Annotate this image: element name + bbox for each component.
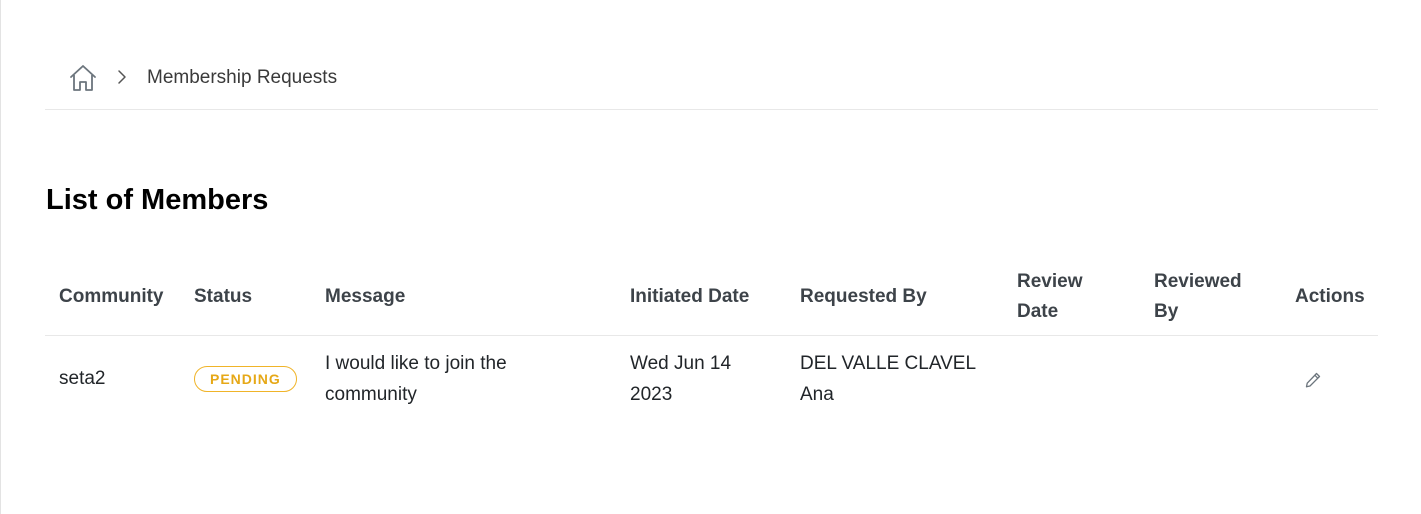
cell-community: seta2 [59, 368, 106, 389]
pencil-icon[interactable] [1303, 369, 1323, 389]
column-header-reviewed-by: Reviewed By [1140, 258, 1281, 336]
column-header-review-date: Review Date [1003, 258, 1140, 336]
page-left-border [0, 0, 1, 514]
home-icon[interactable] [68, 63, 98, 93]
cell-status: PENDING [180, 336, 311, 422]
column-header-requested-by: Requested By [786, 258, 1003, 336]
cell-review-date [1003, 336, 1140, 422]
cell-requested-by: DEL VALLE CLAVEL Ana [800, 352, 976, 405]
page-title: List of Members [46, 184, 269, 216]
breadcrumb: Membership Requests [45, 58, 1378, 110]
table-row: seta2 PENDING I would like to join the c… [45, 336, 1378, 422]
cell-actions [1281, 336, 1378, 422]
cell-reviewed-by [1140, 336, 1281, 422]
status-badge: PENDING [194, 366, 297, 392]
cell-message: I would like to join the community [325, 352, 507, 405]
column-header-actions: Actions [1281, 258, 1378, 336]
column-header-community: Community [45, 258, 180, 336]
cell-initiated-date: Wed Jun 14 2023 [630, 352, 732, 405]
table-header-row: Community Status Message Initiated Date … [45, 258, 1378, 336]
chevron-right-icon [115, 68, 129, 86]
breadcrumb-current: Membership Requests [147, 67, 338, 88]
column-header-status: Status [180, 258, 311, 336]
column-header-initiated-date: Initiated Date [616, 258, 786, 336]
column-header-message: Message [311, 258, 616, 336]
members-table: Community Status Message Initiated Date … [45, 258, 1378, 421]
